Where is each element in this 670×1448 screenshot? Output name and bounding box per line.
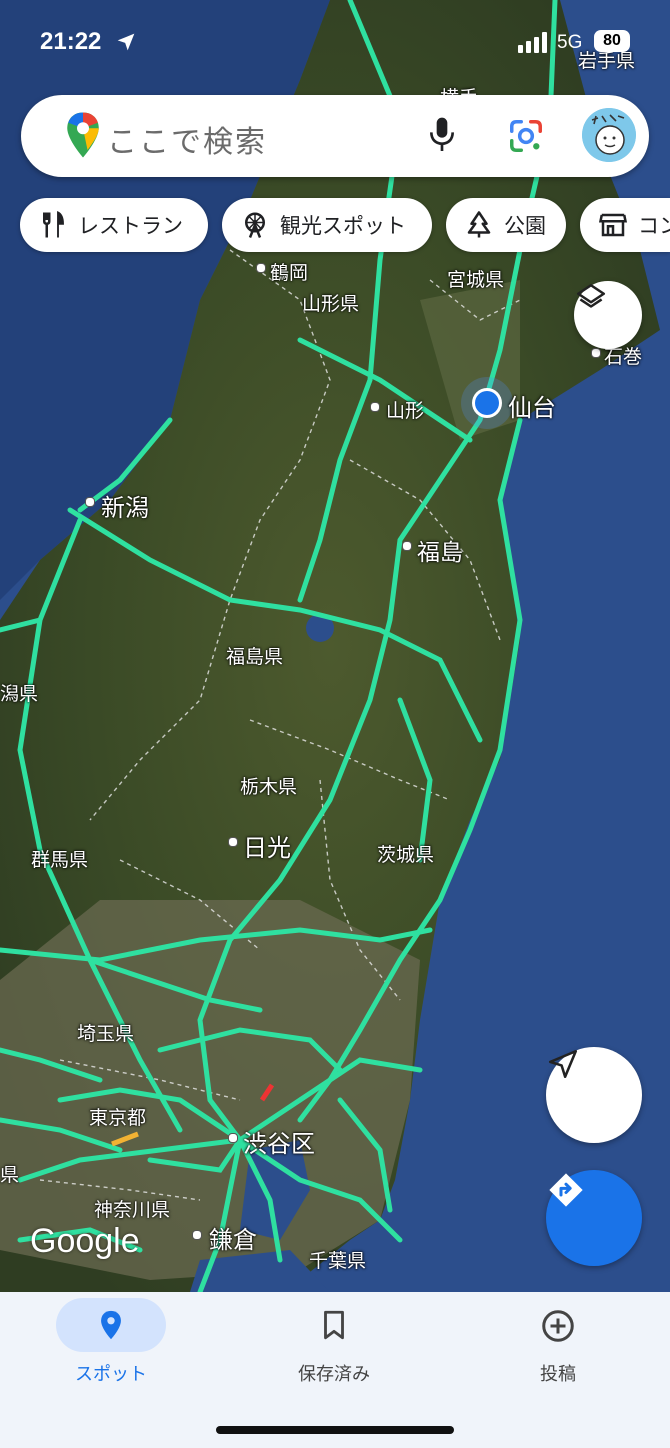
label-nikko: 日光 (243, 834, 291, 862)
chip-restaurant-label: レストラン (78, 214, 183, 238)
home-indicator (216, 1426, 454, 1434)
google-logo: Google (30, 1222, 140, 1260)
chip-restaurant[interactable]: レストラン (20, 198, 208, 252)
navigation-arrow-icon (548, 1049, 578, 1079)
search-bar[interactable]: ここで検索 (21, 95, 649, 177)
network-type: 5G (557, 32, 583, 53)
fork-knife-icon (43, 210, 64, 238)
search-input[interactable]: ここで検索 (107, 117, 267, 161)
chip-park-label: 公園 (504, 214, 546, 238)
add-circle-icon (542, 1310, 574, 1342)
label-kanagawa-pref: 神奈川県 (94, 1199, 171, 1221)
microphone-icon[interactable] (426, 115, 458, 155)
label-tsuruoka: 鶴岡 (270, 262, 309, 284)
status-time: 21:22 (40, 28, 102, 55)
directions-button[interactable] (546, 1170, 642, 1266)
tree-icon (467, 211, 491, 238)
status-bar: 21:22 5G 80 (0, 0, 670, 80)
label-sendai: 仙台 (508, 394, 556, 422)
label-kamakura: 鎌倉 (209, 1226, 257, 1254)
tab-post-label: 投稿 (540, 1364, 576, 1385)
battery-icon: 80 (594, 30, 630, 52)
tab-saved-label: 保存済み (298, 1364, 370, 1385)
google-lens-icon[interactable] (507, 117, 545, 155)
avatar[interactable] (582, 108, 636, 162)
location-arrow-icon (117, 33, 135, 51)
chip-sightseeing[interactable]: 観光スポット (222, 198, 432, 252)
satellite-map[interactable]: 岩手県 横手 鶴岡 山形県 宮城県 石巻 山形 仙台 新潟 福島 福島県 潟県 … (0, 0, 670, 1292)
layers-icon (576, 283, 606, 308)
ferris-wheel-icon (245, 212, 265, 238)
label-fukushima-pref: 福島県 (226, 646, 284, 668)
chip-convenience-label: コン (638, 214, 670, 238)
chip-sightseeing-label: 観光スポット (280, 214, 406, 238)
label-yamagata: 山形 (386, 400, 425, 422)
chip-convenience[interactable]: コン (580, 198, 670, 252)
bottom-navigation: スポット 保存済み 投稿 (0, 1292, 670, 1448)
signal-icon (518, 31, 547, 53)
label-niigata-pref-edge: 潟県 (0, 683, 39, 705)
my-location-button[interactable] (546, 1047, 642, 1143)
layers-button[interactable] (574, 281, 642, 349)
location-pin-icon (101, 1310, 121, 1340)
label-edge-ken: 県 (0, 1164, 20, 1186)
label-niigata: 新潟 (101, 494, 149, 522)
label-ibaraki-pref: 茨城県 (377, 844, 435, 866)
label-miyagi-pref: 宮城県 (447, 269, 505, 291)
label-tokyo: 東京都 (89, 1107, 147, 1129)
avatar-illustration-icon (582, 108, 636, 162)
label-tochigi-pref: 栃木県 (240, 776, 298, 798)
label-shibuya: 渋谷区 (243, 1130, 315, 1158)
label-gunma-pref: 群馬県 (31, 849, 89, 871)
chip-park[interactable]: 公園 (446, 198, 566, 252)
tab-spot-label: スポット (75, 1364, 147, 1385)
label-fukushima: 福島 (417, 540, 463, 566)
label-saitama-pref: 埼玉県 (77, 1023, 135, 1045)
label-yamagata-pref: 山形県 (302, 293, 360, 315)
label-chiba-pref: 千葉県 (309, 1250, 367, 1272)
directions-icon (549, 1173, 583, 1207)
store-icon (598, 213, 628, 237)
bookmark-icon (324, 1310, 344, 1340)
google-maps-logo-icon (67, 112, 99, 158)
